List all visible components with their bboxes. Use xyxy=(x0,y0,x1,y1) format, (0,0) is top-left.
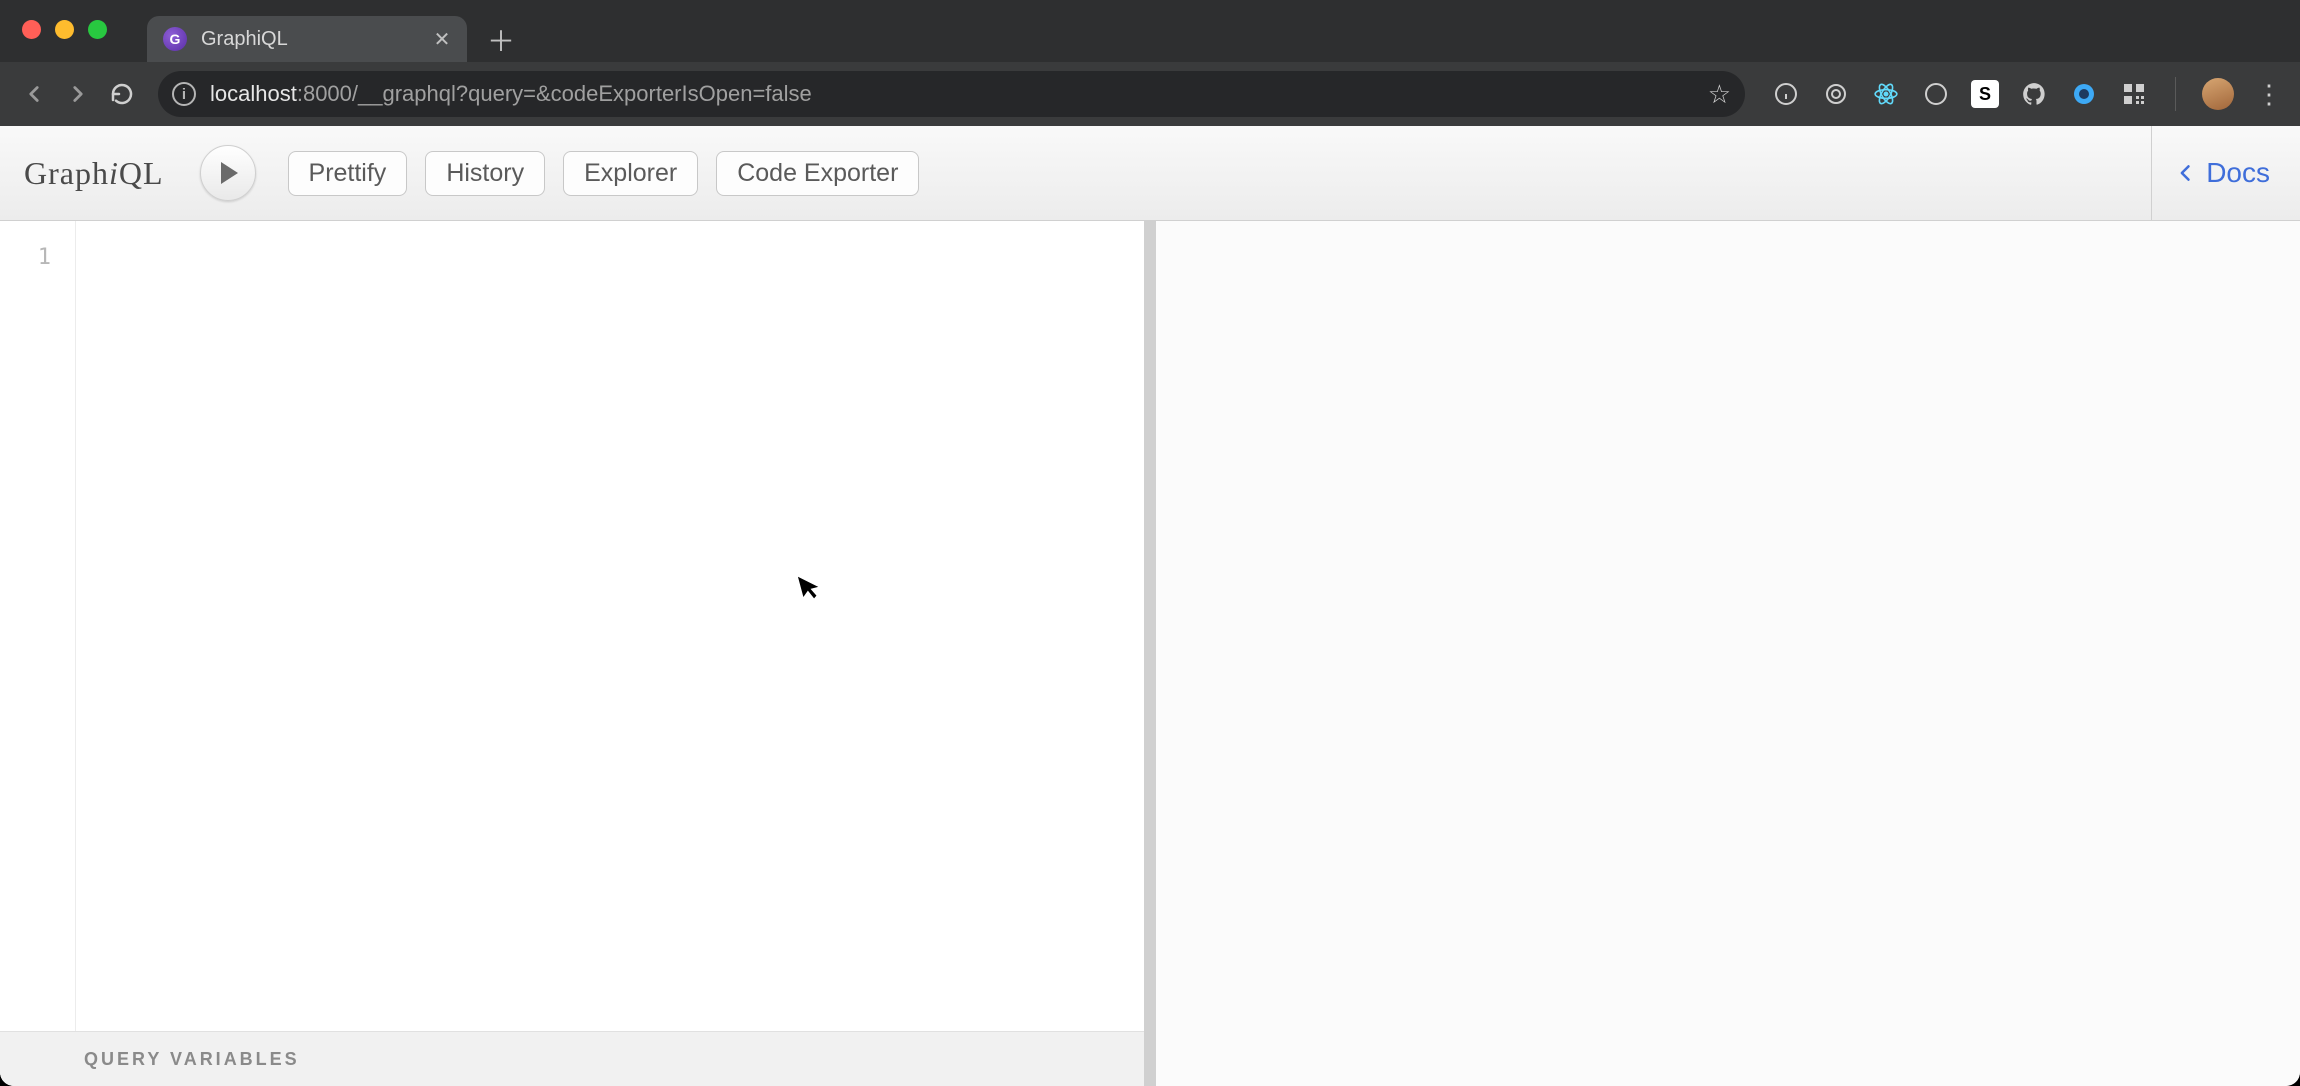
window-minimize-button[interactable] xyxy=(55,20,74,39)
docs-toggle[interactable]: Docs xyxy=(2151,126,2300,220)
mouse-cursor-icon xyxy=(797,571,824,603)
extension-icons: S ⋮ xyxy=(1763,77,2284,111)
tab-title: GraphiQL xyxy=(201,28,417,51)
editor-panes: 1 QUERY VARIABLES xyxy=(0,221,2300,1086)
extension-gatsby-icon[interactable] xyxy=(1921,79,1951,109)
browser-titlebar: G GraphiQL ✕ ＋ xyxy=(0,0,2300,62)
site-info-icon[interactable]: i xyxy=(172,82,196,106)
history-button[interactable]: History xyxy=(425,151,545,196)
execute-button[interactable] xyxy=(200,145,256,201)
browser-menu-button[interactable]: ⋮ xyxy=(2254,79,2284,109)
play-icon xyxy=(221,162,238,184)
address-bar[interactable]: i localhost:8000/__graphql?query=&codeEx… xyxy=(158,71,1745,117)
nav-forward-button[interactable] xyxy=(60,76,96,112)
nav-back-button[interactable] xyxy=(16,76,52,112)
extension-target-icon[interactable] xyxy=(1821,79,1851,109)
browser-toolbar: i localhost:8000/__graphql?query=&codeEx… xyxy=(0,62,2300,126)
extension-s-icon[interactable]: S xyxy=(1971,80,1999,108)
browser-tab-active[interactable]: G GraphiQL ✕ xyxy=(147,16,467,62)
query-variables-toggle[interactable]: QUERY VARIABLES xyxy=(0,1031,1144,1086)
tab-close-button[interactable]: ✕ xyxy=(431,28,453,50)
tab-favicon-icon: G xyxy=(163,27,187,51)
query-editor[interactable]: 1 xyxy=(0,221,1144,1031)
extension-react-icon[interactable] xyxy=(1871,79,1901,109)
profile-avatar[interactable] xyxy=(2202,78,2234,110)
code-exporter-button[interactable]: Code Exporter xyxy=(716,151,919,196)
query-variables-label: QUERY VARIABLES xyxy=(84,1049,300,1070)
extension-qr-icon[interactable] xyxy=(2119,79,2149,109)
extension-info-icon[interactable] xyxy=(1771,79,1801,109)
window-maximize-button[interactable] xyxy=(88,20,107,39)
prettify-button[interactable]: Prettify xyxy=(288,151,408,196)
app-container: GraphiQL Prettify History Explorer Code … xyxy=(0,126,2300,1086)
app-logo: GraphiQL xyxy=(24,155,164,192)
url-host: localhost xyxy=(210,81,297,106)
result-pane xyxy=(1156,221,2300,1086)
query-pane: 1 QUERY VARIABLES xyxy=(0,221,1156,1086)
url-path: :8000/__graphql?query=&codeExporterIsOpe… xyxy=(297,81,812,106)
new-tab-button[interactable]: ＋ xyxy=(485,24,517,56)
toolbar-buttons: Prettify History Explorer Code Exporter xyxy=(288,151,920,196)
explorer-button[interactable]: Explorer xyxy=(563,151,698,196)
window-close-button[interactable] xyxy=(22,20,41,39)
extension-github-icon[interactable] xyxy=(2019,79,2049,109)
chevron-left-icon xyxy=(2176,158,2196,188)
line-gutter: 1 xyxy=(0,221,76,1031)
toolbar-separator xyxy=(2175,77,2176,111)
bookmark-star-icon[interactable]: ☆ xyxy=(1708,79,1731,110)
window-controls xyxy=(10,20,117,39)
code-area[interactable] xyxy=(76,221,1144,1031)
docs-label: Docs xyxy=(2206,157,2270,189)
app-toolbar: GraphiQL Prettify History Explorer Code … xyxy=(0,126,2300,221)
nav-reload-button[interactable] xyxy=(104,76,140,112)
line-number: 1 xyxy=(0,245,75,270)
extension-circle-icon[interactable] xyxy=(2069,79,2099,109)
tab-strip: G GraphiQL ✕ ＋ xyxy=(147,0,517,62)
